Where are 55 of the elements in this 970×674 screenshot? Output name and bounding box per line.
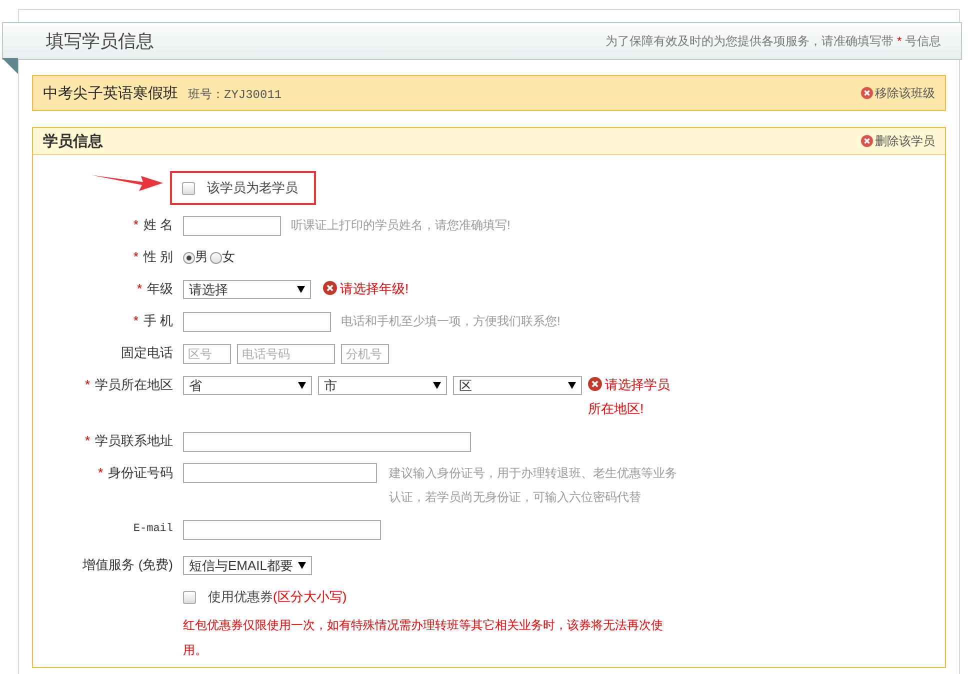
checkbox[interactable] (182, 182, 195, 194)
field-label: E-mail (133, 522, 173, 537)
corner-fold-icon (2, 58, 18, 74)
field-label: * 身份证号码 (98, 464, 173, 482)
notice-text: 为了保障有效及时的为您提供各项服务，请准确填写带 * 号信息 (606, 32, 941, 50)
text-field[interactable] (183, 463, 378, 483)
phone-field[interactable]: 区号 (183, 344, 231, 364)
error-icon (588, 377, 602, 391)
field-label: * 姓 名 (133, 216, 173, 234)
remove-class-link[interactable]: 移除该班级 (861, 84, 935, 102)
text-field[interactable] (183, 312, 331, 332)
caret-icon (568, 382, 576, 390)
caret-icon (433, 382, 441, 390)
phone-field[interactable]: 电话号码 (237, 344, 335, 364)
caret-icon (298, 562, 306, 570)
panel-title: 学员信息 (43, 132, 103, 150)
error-message: 请选择学员所在地区! (588, 376, 671, 418)
warning-text: 红包优惠券仅限使用一次，如有特殊情况需办理转班等其它相关业务时，该券将无法再次使用。 (183, 617, 664, 659)
radio-label: 女 (222, 249, 235, 264)
caret-icon (298, 382, 306, 390)
radio-button[interactable] (183, 252, 195, 264)
radio-button[interactable] (210, 252, 222, 264)
caret-icon (297, 286, 305, 294)
checkbox[interactable] (183, 591, 196, 604)
grade-select[interactable]: 请选择 (183, 280, 311, 300)
field-label: * 学员所在地区 (84, 376, 173, 394)
text-field[interactable] (183, 432, 471, 452)
class-code: 班号：ZYJ30011 (188, 88, 282, 102)
checkbox-label: 使用优惠券(区分大小写) (208, 589, 347, 604)
checkbox-label: 该学员为老学员 (207, 179, 298, 197)
delete-student-link[interactable]: 删除该学员 (861, 132, 935, 150)
page-title: 填写学员信息 (46, 30, 154, 53)
region-select[interactable]: 区 (453, 376, 582, 396)
arrow-icon (91, 173, 163, 191)
service-select[interactable]: 短信与EMAIL都要 (183, 556, 312, 576)
phone-field[interactable]: 分机号 (341, 344, 389, 364)
radio-label: 男 (195, 249, 208, 264)
class-name: 中考尖子英语寒假班 (43, 84, 178, 102)
error-message: 请选择年级! (323, 281, 409, 296)
field-hint: 电话和手机至少填一项，方便我们联系您! (341, 314, 560, 328)
field-label: * 学员联系地址 (84, 432, 173, 450)
region-select[interactable]: 市 (318, 376, 447, 396)
close-icon (861, 135, 873, 147)
error-icon (323, 281, 337, 295)
field-label: 增值服务 (免费) (82, 556, 173, 574)
field-label: * 手 机 (133, 312, 173, 330)
field-label: 固定电话 (121, 344, 173, 362)
close-icon (861, 87, 873, 99)
text-field[interactable] (183, 520, 381, 540)
text-field[interactable] (183, 216, 281, 236)
field-hint: 建议输入身份证号，用于办理转退班、老生优惠等业务认证，若学员尚无身份证，可输入六位密码代替 (389, 465, 678, 506)
region-select[interactable]: 省 (183, 376, 312, 396)
field-hint: 听课证上打印的学员姓名，请您准确填写! (291, 218, 510, 232)
field-label: * 性 别 (133, 248, 173, 266)
field-label: * 年级 (136, 280, 173, 298)
